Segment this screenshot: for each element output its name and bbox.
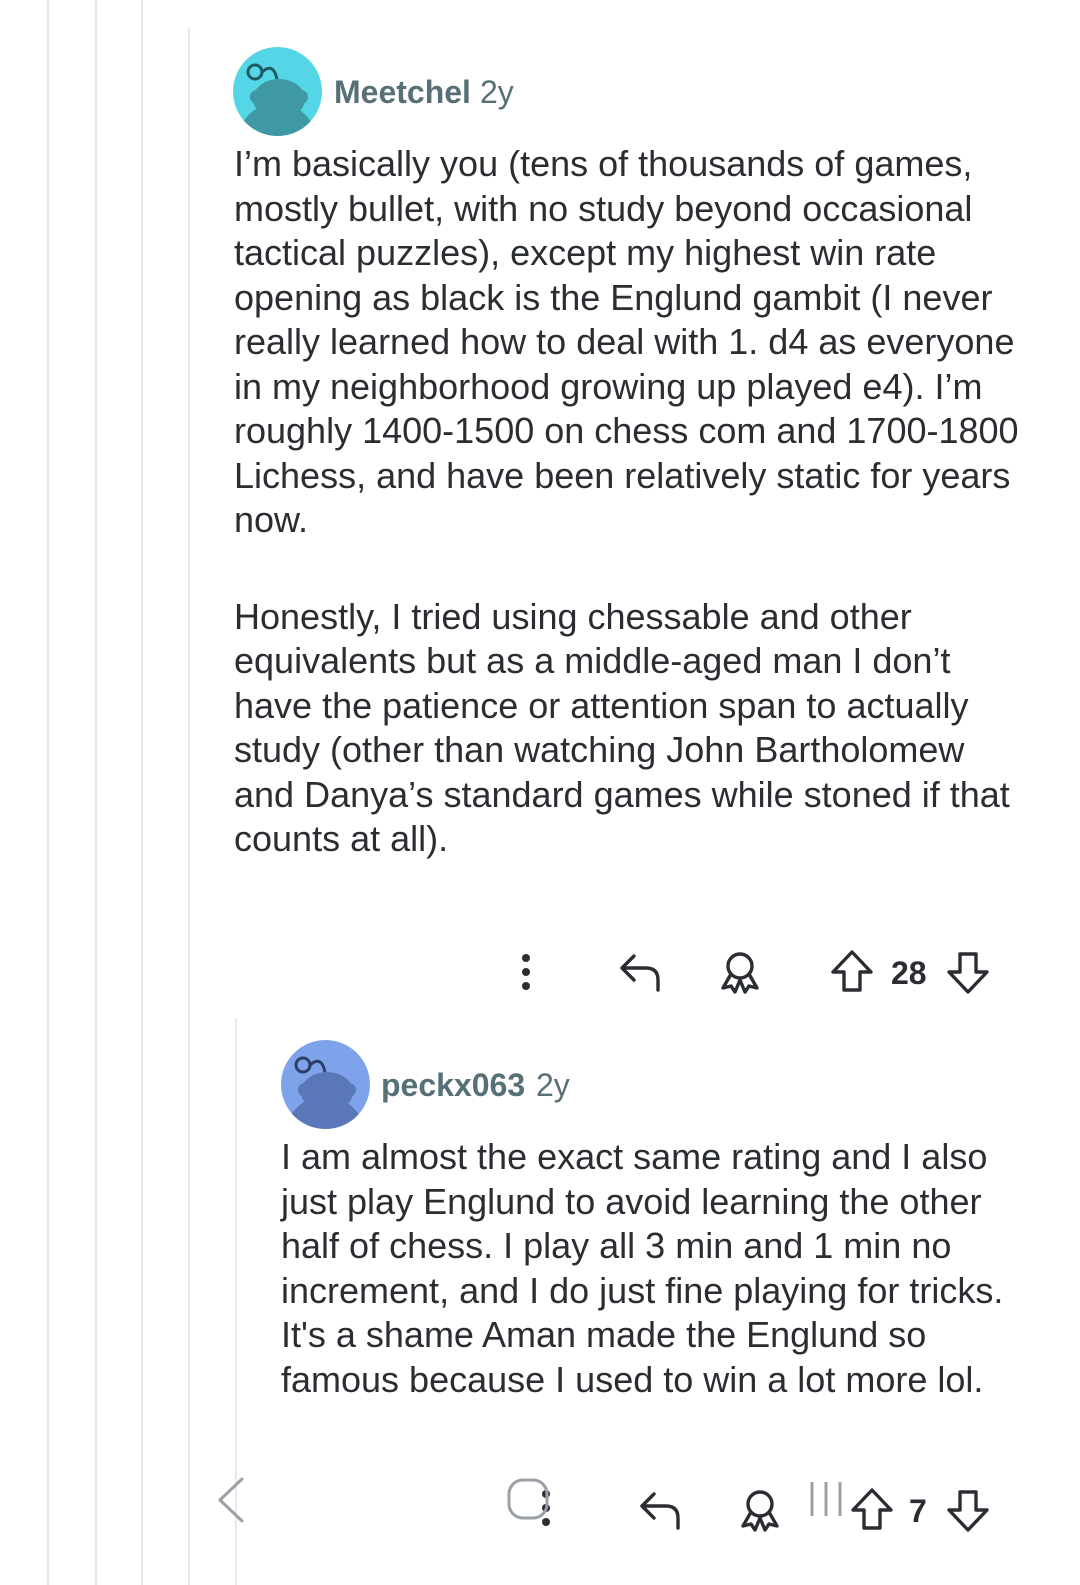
comment-body: I’m basically you (tens of thousands of … [234,142,1034,862]
reply-icon[interactable] [636,1488,684,1532]
username[interactable]: Meetchel [334,74,471,111]
downvote-icon[interactable] [945,950,991,996]
username[interactable]: peckx063 [381,1067,525,1104]
upvote-icon[interactable] [849,1486,895,1532]
upvote-icon[interactable] [829,948,875,994]
thread-line-3 [141,0,143,1585]
award-icon[interactable] [716,948,764,996]
comment-paragraph: I’m basically you (tens of thousands of … [234,143,1019,540]
downvote-icon[interactable] [945,1488,991,1534]
vote-score: 7 [909,1493,927,1529]
snoo-avatar-icon [285,1056,365,1129]
comment-age: 2y [480,74,514,110]
avatar[interactable] [233,47,322,136]
comment-paragraph: I am almost the exact same rating and I … [281,1136,1004,1400]
avatar[interactable] [281,1040,370,1129]
comment-age: 2y [536,1067,570,1103]
more-options-icon[interactable] [510,950,542,994]
home-nav-icon[interactable] [505,1476,551,1522]
thread-line-1 [47,0,49,1585]
vote-score: 28 [891,955,927,991]
thread-line-2 [95,0,97,1585]
recents-nav-icon[interactable] [806,1476,850,1522]
snoo-avatar-icon [237,63,317,136]
back-nav-icon[interactable] [210,1475,250,1525]
comment-body: I am almost the exact same rating and I … [281,1135,1041,1402]
reply-icon[interactable] [616,950,664,994]
comment-paragraph: Honestly, I tried using chessable and ot… [234,595,1010,860]
award-icon[interactable] [736,1486,784,1534]
thread-line-4 [188,28,190,1585]
